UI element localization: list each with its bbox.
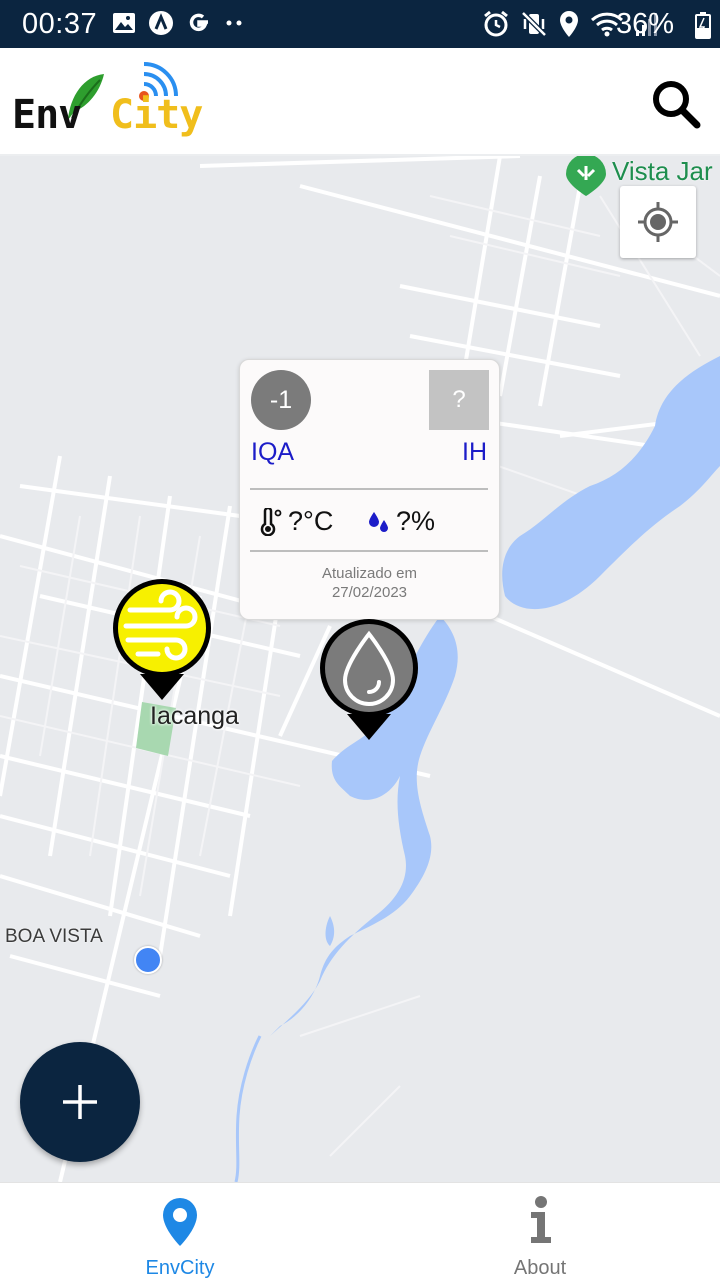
location-icon	[560, 11, 578, 37]
tab-envcity[interactable]: EnvCity	[0, 1183, 360, 1281]
water-drop-icon	[320, 619, 418, 740]
add-button[interactable]	[20, 1042, 140, 1162]
battery-level: 36%	[615, 8, 674, 40]
plus-icon	[63, 1085, 97, 1119]
status-bar: 00:37 36%	[0, 0, 720, 48]
search-button[interactable]	[650, 78, 702, 130]
iqa-value-badge: -1	[251, 370, 311, 430]
thermometer-icon	[260, 507, 282, 536]
humidity-drops-icon	[369, 511, 388, 532]
logo-text-city: City	[110, 92, 203, 138]
map-view[interactable]: Vista Jar Iacanga BOA VISTA -1 ? IQA IH …	[0, 156, 720, 1182]
ih-label: IH	[462, 438, 487, 466]
tab-envcity-label: EnvCity	[145, 1257, 215, 1279]
envcity-logo: Env City	[12, 62, 222, 146]
my-location-icon	[638, 202, 678, 242]
info-icon	[531, 1196, 551, 1243]
logo-text-env: Env	[12, 92, 82, 138]
park-pin-icon	[566, 156, 606, 196]
last-updated-text: Atualizado em 27/02/2023	[240, 564, 499, 602]
alarm-icon	[484, 10, 508, 37]
search-icon	[653, 81, 701, 129]
current-location-dot	[134, 946, 162, 974]
vibrate-off-icon	[521, 11, 547, 37]
humidity-reading: ?%	[368, 506, 435, 537]
water-marker[interactable]	[317, 618, 421, 742]
map-label-iacanga: Iacanga	[150, 702, 239, 730]
tab-about[interactable]: About	[360, 1183, 720, 1281]
app-a-icon	[149, 11, 173, 35]
more-dots-icon	[226, 20, 242, 26]
popup-divider	[250, 488, 488, 490]
status-time: 00:37	[22, 8, 98, 40]
station-info-popup: -1 ? IQA IH ?°C ?% Atualizado em 27/02/2…	[239, 359, 500, 620]
iqa-label: IQA	[251, 438, 295, 466]
wind-icon	[113, 579, 211, 700]
updated-label: Atualizado em	[321, 565, 418, 582]
popup-divider	[250, 550, 488, 552]
my-location-button[interactable]	[620, 186, 696, 258]
map-label-vista-jar: Vista Jar	[612, 156, 713, 186]
temperature-reading: ?°C	[258, 506, 333, 537]
ih-value-badge: ?	[429, 370, 489, 430]
humidity-value: ?%	[396, 506, 436, 536]
bottom-navigation: EnvCity About	[0, 1182, 720, 1281]
battery-icon	[695, 12, 711, 39]
map-pin-icon	[163, 1198, 197, 1246]
image-icon	[113, 13, 135, 33]
air-quality-marker[interactable]	[110, 578, 214, 702]
temperature-value: ?°C	[288, 506, 334, 536]
map-label-boa-vista: BOA VISTA	[5, 926, 103, 947]
notification-icons	[112, 10, 246, 36]
updated-date: 27/02/2023	[331, 584, 408, 601]
google-g-icon	[189, 13, 208, 32]
tab-about-label: About	[513, 1257, 567, 1279]
